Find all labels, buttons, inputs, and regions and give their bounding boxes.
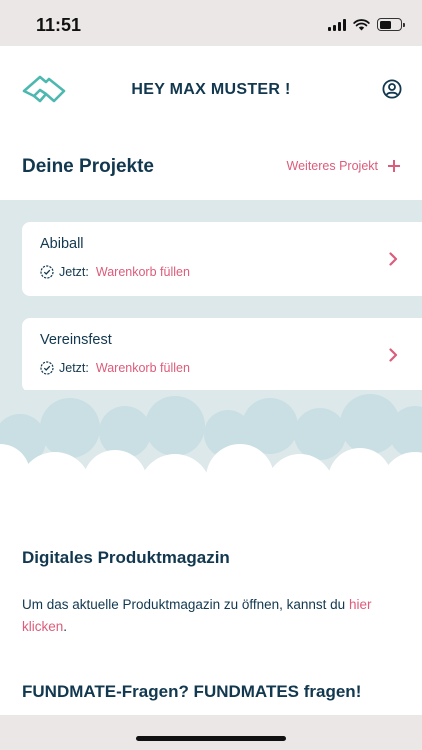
plus-icon <box>388 160 400 172</box>
project-status: Jetzt: Warenkorb füllen <box>40 361 190 375</box>
chevron-right-icon <box>389 252 398 266</box>
bottom-bar <box>0 715 422 750</box>
status-value: Warenkorb füllen <box>95 361 190 375</box>
status-icons <box>328 18 405 31</box>
home-indicator[interactable] <box>136 736 286 741</box>
cellular-signal-icon <box>328 18 346 31</box>
project-card-vereinsfest[interactable]: Vereinsfest Jetzt: Warenkorb füllen <box>22 318 422 392</box>
status-label: Jetzt: <box>59 361 89 375</box>
check-circle-icon <box>40 265 54 279</box>
magazine-text-after: . <box>63 619 68 634</box>
faq-title: FUNDMATE-Fragen? FUNDMATES fragen! <box>22 682 362 701</box>
status-value: Warenkorb füllen <box>95 265 190 279</box>
magazine-text: Um das aktuelle Produktmagazin zu öffnen… <box>22 594 402 638</box>
user-circle-icon[interactable] <box>382 79 402 99</box>
chevron-right-icon <box>389 348 398 362</box>
add-project-button[interactable]: Weiteres Projekt <box>287 159 400 173</box>
wifi-icon <box>353 18 370 30</box>
project-name: Vereinsfest <box>40 332 112 348</box>
project-status: Jetzt: Warenkorb füllen <box>40 265 190 279</box>
clouds-decoration <box>0 390 422 500</box>
project-name: Abiball <box>40 236 84 252</box>
greeting-title: HEY MAX MUSTER ! <box>131 81 291 98</box>
status-label: Jetzt: <box>59 265 89 279</box>
magazine-text-before: Um das aktuelle Produktmagazin zu öffnen… <box>22 597 349 612</box>
add-project-label: Weiteres Projekt <box>286 159 378 173</box>
magazine-title: Digitales Produktmagazin <box>22 548 230 567</box>
status-time: 11:51 <box>36 15 82 35</box>
check-circle-icon <box>40 361 54 375</box>
status-bar: 11:51 <box>0 0 422 46</box>
projects-header: Deine Projekte Weiteres Projekt <box>22 156 400 182</box>
project-card-abiball[interactable]: Abiball Jetzt: Warenkorb füllen <box>22 222 422 296</box>
projects-title: Deine Projekte <box>22 156 154 177</box>
battery-icon <box>377 18 405 31</box>
header: HEY MAX MUSTER ! <box>0 46 422 136</box>
